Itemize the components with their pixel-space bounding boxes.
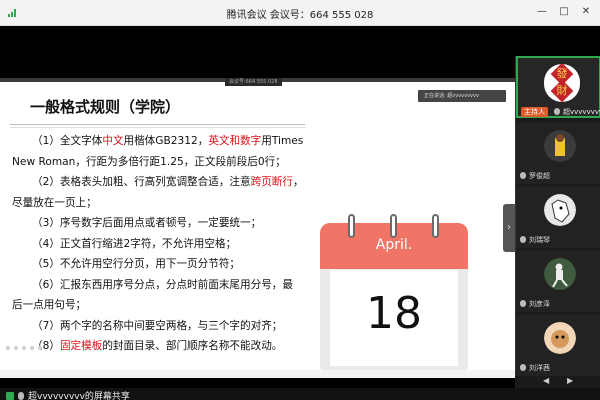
- shared-screen: 会议号:664 555 028 正在讲话: 超vvvvvvvvv 一般格式规则（…: [0, 26, 515, 388]
- rule-line: （1）全文字体中文用楷体GB2312，英文和数字用Times: [12, 131, 310, 152]
- participant-tile[interactable]: 刘彦泽: [516, 250, 600, 312]
- rule-text: （7）两个字的名称中间要空两格，与三个字的对齐；: [32, 319, 283, 332]
- participant-tile[interactable]: 刘洋茜: [516, 314, 600, 376]
- minimize-icon[interactable]: —: [534, 4, 550, 20]
- rule-text: （1）全文字体: [32, 135, 103, 147]
- rule-text: （2）表格表头加粗、行高列宽调整合适，注意: [32, 176, 251, 188]
- rule-text: 用楷体GB2312，: [123, 135, 209, 147]
- participant-name: 刘瑞琴: [520, 235, 550, 245]
- divider: [10, 124, 305, 125]
- mic-icon: [520, 300, 526, 307]
- rule-line: （2）表格表头加粗、行高列宽调整合适，注意跨页断行，: [12, 172, 310, 193]
- rule-text: 用Times: [261, 135, 304, 147]
- calendar-ring: [390, 214, 397, 238]
- participant-name: 超vvvvvvvvv: [554, 107, 600, 117]
- calendar-month: April.: [375, 237, 413, 253]
- divider: [10, 127, 305, 128]
- participant-tile-host[interactable]: 發 財 主持人 超vvvvvvvvv: [516, 56, 600, 118]
- share-status-text: 超vvvvvvvvv的屏幕共享: [28, 392, 130, 400]
- calendar-ring: [432, 214, 439, 238]
- rule-line: （4）正文首行缩进2字符，不允许用空格；: [12, 234, 310, 255]
- participant-tile[interactable]: 罗俊超: [516, 122, 600, 184]
- mic-icon: [18, 392, 24, 400]
- rule-line: （3）序号数字后面用点或者顿号，一定要统一；: [12, 213, 310, 234]
- rule-line: 后一点用句号；: [12, 295, 310, 316]
- rule-line: （5）不允许用空行分页，用下一页分节符；: [12, 254, 310, 275]
- meeting-window: 腾讯会议 会议号：664 555 028 — □ ✕ 会议号:664 555 0…: [0, 0, 600, 400]
- rule-text: （6）汇报东西用序号分点，分点时前面末尾用分号，最: [32, 278, 293, 291]
- mic-icon: [520, 236, 526, 243]
- calendar-page: 18: [330, 270, 458, 366]
- title-bar: 腾讯会议 会议号：664 555 028 — □ ✕: [0, 0, 600, 26]
- mic-icon: [554, 108, 560, 115]
- close-icon[interactable]: ✕: [578, 4, 594, 20]
- meeting-id-tag: 会议号:664 555 028: [225, 78, 282, 86]
- panel-footer: ◀ ▶: [515, 376, 600, 388]
- participant-panel: 發 財 主持人 超vvvvvvvvv 罗俊超 刘瑞琴 刘彦泽: [515, 56, 600, 376]
- maximize-icon[interactable]: □: [556, 4, 572, 20]
- rule-line: 尽量放在一页上；: [12, 193, 310, 214]
- meeting-title: 腾讯会议 会议号：664 555 028: [226, 10, 374, 21]
- rule-text: （5）不允许用空行分页，用下一页分节符；: [32, 258, 241, 270]
- participant-name: 刘彦泽: [520, 299, 550, 309]
- rule-text: 的封面目录、部门顺序名称不能改动。: [102, 340, 283, 352]
- highlighted-text: 跨页断行: [250, 176, 293, 188]
- rule-text: （4）正文首行缩进2字符，不允许用空格；: [32, 237, 237, 250]
- share-status-bar: 超vvvvvvvvv的屏幕共享: [0, 388, 600, 400]
- rule-text: 后一点用句号；: [12, 299, 87, 311]
- speaking-indicator: 正在讲话: 超vvvvvvvvv: [418, 90, 506, 102]
- mic-icon: [520, 172, 526, 179]
- share-status: 超vvvvvvvvv的屏幕共享: [6, 389, 130, 400]
- rule-line: （6）汇报东西用序号分点，分点时前面末尾用分号，最: [12, 275, 310, 296]
- dog-photo-icon: [544, 322, 576, 354]
- collapse-panel-handle[interactable]: ›: [503, 204, 515, 252]
- calendar-day: 18: [366, 288, 422, 339]
- slide: 会议号:664 555 028 正在讲话: 超vvvvvvvvv 一般格式规则（…: [0, 78, 515, 378]
- highlighted-text: 中文: [102, 135, 124, 147]
- rules-text: （1）全文字体中文用楷体GB2312，英文和数字用Times New Roman，…: [12, 131, 310, 357]
- slide-navigation-bar: [0, 370, 515, 378]
- mic-icon: [520, 364, 526, 371]
- participant-name: 刘洋茜: [520, 363, 550, 373]
- rule-text: （3）序号数字后面用点或者顿号，一定要统一；: [32, 217, 262, 229]
- participant-tile[interactable]: 刘瑞琴: [516, 186, 600, 248]
- avatar-char: 財: [556, 84, 568, 97]
- basketball-player-icon: [544, 130, 576, 162]
- rule-text: ，: [293, 176, 304, 188]
- white-dog-icon: [544, 194, 576, 226]
- rule-text: 尽量放在一页上；: [12, 196, 97, 209]
- screen-share-icon: [6, 392, 14, 400]
- rule-text: New Roman，行距为多倍行距1.25，正文段前段后0行；: [12, 155, 286, 168]
- highlighted-text: 英文和数字: [208, 135, 262, 147]
- arrow-right-icon[interactable]: ▶: [567, 376, 573, 385]
- slide-tools[interactable]: [0, 346, 60, 352]
- rule-line: （7）两个字的名称中间要空两格，与三个字的对齐；: [12, 316, 310, 337]
- fortune-avatar-icon: 發 財: [544, 64, 580, 102]
- soccer-player-icon: [544, 258, 576, 290]
- calendar-graphic: April. 18: [320, 214, 468, 375]
- calendar-ring: [348, 214, 355, 238]
- slide-heading: 一般格式规则（学院）: [30, 98, 181, 116]
- participant-name: 罗俊超: [520, 171, 550, 181]
- highlighted-text: 固定模板: [59, 340, 103, 352]
- arrow-left-icon[interactable]: ◀: [543, 376, 549, 385]
- rule-line: New Roman，行距为多倍行距1.25，正文段前段后0行；: [12, 152, 310, 173]
- host-badge: 主持人: [521, 107, 548, 117]
